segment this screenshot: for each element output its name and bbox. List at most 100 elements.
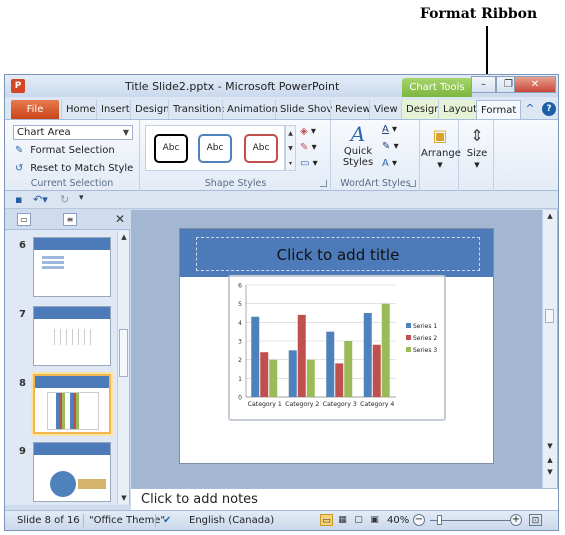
gallery-scroll-buttons[interactable]: ▲ ▼ ▾ bbox=[285, 125, 296, 171]
spelling-check-icon[interactable]: ✔ bbox=[163, 515, 171, 526]
tab-chart-layout[interactable]: Layout bbox=[438, 100, 481, 119]
quick-access-toolbar: ▪ ↶▾ ↻ ▾ bbox=[5, 191, 558, 209]
outline-tab-icon[interactable]: ≡ bbox=[63, 213, 77, 226]
tab-slide-show[interactable]: Slide Shov bbox=[275, 100, 336, 119]
slide-editor: Click to add title 0 1 2 3 4 5 6 Category 1 Cate… bbox=[131, 210, 558, 488]
window-title: Title Slide2.pptx - Microsoft PowerPoint bbox=[125, 80, 340, 93]
text-outline-icon: ✎ bbox=[382, 141, 391, 152]
slide-thumbnail-6[interactable] bbox=[33, 237, 111, 297]
text-effects-button[interactable]: A ▾ bbox=[382, 158, 397, 169]
tab-transitions[interactable]: Transition: bbox=[168, 100, 229, 119]
chart-bar-series-1 bbox=[363, 313, 372, 397]
x-tick-label: Category 1 bbox=[248, 401, 282, 408]
arrange-button[interactable]: ▣ Arrange ▼ bbox=[421, 124, 461, 170]
minimize-ribbon-icon[interactable]: ^ bbox=[523, 102, 537, 116]
tab-file[interactable]: File bbox=[11, 100, 59, 119]
undo-icon[interactable]: ↶▾ bbox=[33, 193, 48, 206]
scroll-up-icon[interactable]: ▲ bbox=[544, 210, 556, 222]
tab-design[interactable]: Design bbox=[130, 100, 174, 119]
zoom-in-icon[interactable]: + bbox=[510, 514, 522, 526]
shape-style-option-blue[interactable]: Abc bbox=[198, 134, 232, 163]
zoom-level[interactable]: 40% bbox=[387, 515, 409, 526]
format-selection-button[interactable]: ✎ Format Selection bbox=[15, 145, 115, 156]
scroll-thumb[interactable] bbox=[119, 329, 128, 377]
next-slide-icon[interactable]: ▼ bbox=[544, 466, 556, 478]
chart-bar-series-3 bbox=[344, 341, 353, 397]
thumbnail-title-bar bbox=[34, 307, 110, 319]
legend-label: Series 2 bbox=[413, 335, 437, 342]
editor-scrollbar[interactable]: ▲ ▼ ▲ ▼ bbox=[542, 210, 557, 488]
minimize-button[interactable]: – bbox=[471, 76, 496, 93]
arrange-icon: ▣ bbox=[432, 126, 448, 145]
slide-thumbnail-8[interactable] bbox=[33, 374, 111, 434]
shape-fill-button[interactable]: ◈ ▾ bbox=[300, 126, 316, 137]
legend-swatch bbox=[406, 347, 411, 352]
y-tick-label: 0 bbox=[238, 395, 242, 402]
wordart-styles-launcher-icon[interactable] bbox=[409, 180, 416, 187]
save-icon[interactable]: ▪ bbox=[15, 193, 22, 206]
title-placeholder[interactable]: Click to add title bbox=[196, 237, 480, 271]
customize-qat-icon[interactable]: ▾ bbox=[79, 193, 84, 203]
scroll-thumb[interactable] bbox=[545, 309, 554, 323]
fit-to-window-icon[interactable]: ⊡ bbox=[529, 514, 542, 526]
panel-tabs: ▭ ≡ ✕ bbox=[5, 210, 130, 230]
chart-bar-series-3 bbox=[381, 303, 390, 397]
text-fill-icon: A bbox=[382, 124, 389, 135]
paint-bucket-icon: ◈ bbox=[300, 126, 308, 137]
zoom-out-icon[interactable]: − bbox=[413, 514, 425, 526]
language[interactable]: English (Canada) bbox=[189, 515, 274, 526]
slide-title-band: Click to add title bbox=[180, 229, 493, 277]
previous-slide-icon[interactable]: ▲ bbox=[544, 454, 556, 466]
y-tick-label: 4 bbox=[238, 320, 242, 327]
slide-number: 7 bbox=[19, 309, 26, 320]
shape-effects-button[interactable]: ▭ ▾ bbox=[300, 158, 318, 169]
powerpoint-app-icon[interactable]: P bbox=[11, 79, 25, 93]
tab-animations[interactable]: Animation bbox=[222, 100, 282, 119]
group-current-selection: Chart Area ▼ ✎ Format Selection ↺ Reset … bbox=[5, 120, 140, 191]
slide-show-view-icon[interactable]: ▣ bbox=[368, 514, 381, 526]
reset-to-match-style-button[interactable]: ↺ Reset to Match Style bbox=[15, 163, 133, 174]
scroll-up-icon[interactable]: ▲ bbox=[118, 231, 130, 243]
scroll-down-icon[interactable]: ▼ bbox=[118, 492, 130, 504]
tab-home[interactable]: Home bbox=[61, 100, 100, 119]
shape-style-option-red[interactable]: Abc bbox=[244, 134, 278, 163]
legend-swatch bbox=[406, 323, 411, 328]
redo-icon[interactable]: ↻ bbox=[60, 193, 69, 206]
reading-view-icon[interactable]: ▢ bbox=[352, 514, 365, 526]
slide-thumbnail-9[interactable] bbox=[33, 442, 111, 502]
slide-thumbnail-7[interactable] bbox=[33, 306, 111, 366]
zoom-slider[interactable] bbox=[430, 520, 510, 521]
chart-bar-series-2 bbox=[335, 363, 344, 397]
shape-styles-launcher-icon[interactable] bbox=[320, 180, 327, 187]
quick-styles-button[interactable]: A Quick Styles bbox=[336, 122, 380, 168]
tab-view[interactable]: View bbox=[369, 100, 402, 119]
text-outline-button[interactable]: ✎ ▾ bbox=[382, 141, 399, 152]
format-selection-label: Format Selection bbox=[30, 145, 115, 156]
close-button[interactable]: ✕ bbox=[514, 76, 556, 93]
normal-view-icon[interactable]: ▭ bbox=[320, 514, 333, 526]
slides-tab-icon[interactable]: ▭ bbox=[17, 213, 31, 226]
text-fill-button[interactable]: A ▾ bbox=[382, 124, 397, 135]
tab-insert[interactable]: Insert bbox=[96, 100, 134, 119]
slide-number: 8 bbox=[19, 378, 26, 389]
ribbon-tab-bar: File Home Insert Design Transition: Anim… bbox=[5, 97, 558, 120]
chart-element-dropdown[interactable]: Chart Area ▼ bbox=[13, 125, 133, 140]
shape-outline-button[interactable]: ✎ ▾ bbox=[300, 142, 317, 153]
chart-area[interactable]: 0 1 2 3 4 5 6 Category 1 Category 2 Category 3 Cat… bbox=[228, 275, 446, 421]
shape-style-option-black[interactable]: Abc bbox=[154, 134, 188, 163]
slide-sorter-view-icon[interactable]: ▦ bbox=[336, 514, 349, 526]
notes-pane[interactable]: Click to add notes bbox=[131, 488, 558, 510]
tab-chart-format[interactable]: Format bbox=[476, 100, 522, 120]
tab-review[interactable]: Review bbox=[330, 100, 375, 119]
zoom-slider-knob[interactable] bbox=[437, 515, 442, 525]
slides-panel-scrollbar[interactable]: ▲ ▼ bbox=[117, 231, 129, 504]
size-button[interactable]: ⇕ Size ▼ bbox=[460, 124, 494, 170]
thumbnail-table bbox=[42, 256, 64, 270]
close-panel-icon[interactable]: ✕ bbox=[115, 212, 125, 226]
chevron-down-icon: ▼ bbox=[474, 161, 480, 169]
help-icon[interactable]: ? bbox=[542, 102, 556, 116]
y-tick-label: 1 bbox=[238, 376, 242, 383]
scroll-down-icon[interactable]: ▼ bbox=[544, 440, 556, 452]
chart-tools-context-label: Chart Tools bbox=[402, 78, 472, 97]
powerpoint-window: P Title Slide2.pptx - Microsoft PowerPoi… bbox=[4, 74, 559, 531]
